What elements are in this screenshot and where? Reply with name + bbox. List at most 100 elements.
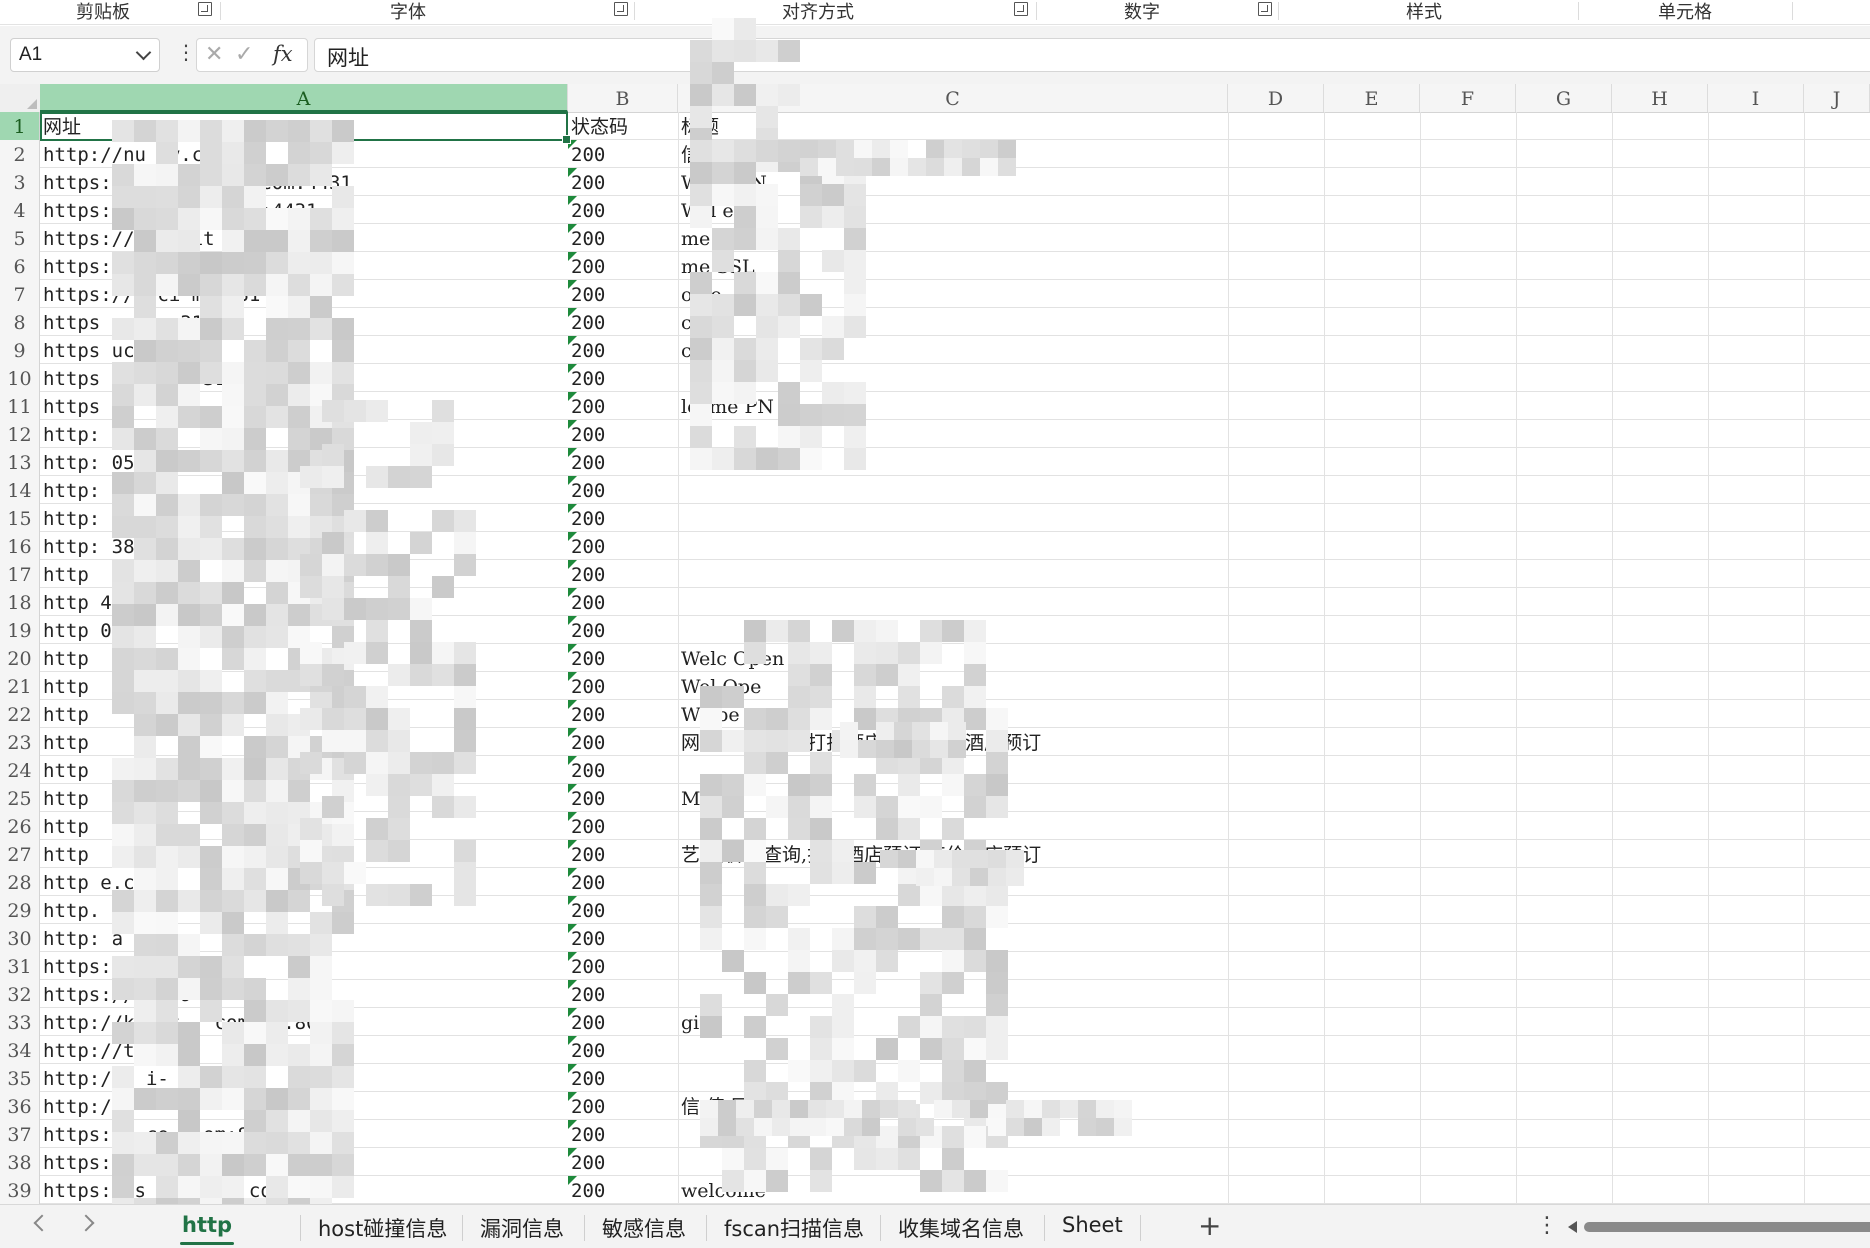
cell-status[interactable]: 200: [568, 140, 678, 167]
row-header[interactable]: 36: [0, 1092, 40, 1120]
cell-title[interactable]: [678, 896, 1228, 923]
tab-host-collision[interactable]: host碰撞信息: [318, 1213, 447, 1241]
cell-title[interactable]: [678, 364, 1228, 391]
row-header[interactable]: 33: [0, 1008, 40, 1036]
cell-status[interactable]: 200: [568, 1120, 678, 1147]
cell-url[interactable]: http: [40, 700, 568, 727]
cell-title[interactable]: [678, 420, 1228, 447]
cell-status[interactable]: 200: [568, 168, 678, 195]
cell-status[interactable]: 200: [568, 364, 678, 391]
row-header[interactable]: 10: [0, 364, 40, 392]
cell-status[interactable]: 200: [568, 1176, 678, 1203]
row-header[interactable]: 3: [0, 168, 40, 196]
cell-url[interactable]: http: 05: [40, 448, 568, 475]
chevron-right-icon[interactable]: [77, 1214, 95, 1232]
cell-status[interactable]: 200: [568, 896, 678, 923]
formula-input[interactable]: 网址: [314, 38, 1870, 72]
cell-title[interactable]: come: [678, 336, 1228, 363]
cell-status[interactable]: 200: [568, 980, 678, 1007]
cell-title[interactable]: come: [678, 308, 1228, 335]
row-header[interactable]: 16: [0, 532, 40, 560]
dialog-launcher-icon[interactable]: [198, 2, 212, 16]
cell-status[interactable]: 200: [568, 840, 678, 867]
row-header[interactable]: 28: [0, 868, 40, 896]
cell-url[interactable]: http: a e.: [40, 924, 568, 951]
cell-title[interactable]: [678, 616, 1228, 643]
cell-status[interactable]: 200: [568, 588, 678, 615]
chevron-left-icon[interactable]: [33, 1214, 51, 1232]
cell-url[interactable]: http: 05: [40, 420, 568, 447]
cell-status[interactable]: 200: [568, 868, 678, 895]
cell-status[interactable]: 200: [568, 812, 678, 839]
row-header[interactable]: 5: [0, 224, 40, 252]
cell-status[interactable]: 200: [568, 1008, 678, 1035]
cell-url[interactable]: http e.c: [40, 868, 568, 895]
row-header[interactable]: 21: [0, 672, 40, 700]
cell-title[interactable]: [678, 924, 1228, 951]
cell-grid[interactable]: 1 网址 状态码 标题 2 http://nu ty.com 200 信 服务信息平台 3 htt…: [0, 112, 1870, 1204]
cell-status[interactable]: 200: [568, 308, 678, 335]
cell-url[interactable]: http 445: [40, 588, 568, 615]
column-header-i[interactable]: I: [1708, 84, 1804, 112]
add-sheet-button[interactable]: +: [1198, 1209, 1221, 1242]
cell-status[interactable]: 200: [568, 616, 678, 643]
column-header-f[interactable]: F: [1420, 84, 1516, 112]
cell-status[interactable]: 200: [568, 1064, 678, 1091]
insert-function-icon[interactable]: fx: [273, 42, 293, 66]
cell-status[interactable]: 200: [568, 476, 678, 503]
cell-url[interactable]: https: [40, 392, 568, 419]
cell-title[interactable]: [678, 588, 1228, 615]
row-header[interactable]: 15: [0, 504, 40, 532]
scrollbar-thumb[interactable]: [1584, 1222, 1870, 1232]
dialog-launcher-icon[interactable]: [1014, 2, 1028, 16]
tab-vulnerabilities[interactable]: 漏洞信息: [480, 1213, 564, 1241]
row-header[interactable]: 8: [0, 308, 40, 336]
cell-status[interactable]: 状态码: [568, 112, 678, 139]
cell-status[interactable]: 200: [568, 392, 678, 419]
cell-title[interactable]: [678, 952, 1228, 979]
row-header[interactable]: 35: [0, 1064, 40, 1092]
cell-status[interactable]: 200: [568, 700, 678, 727]
column-header-h[interactable]: H: [1612, 84, 1708, 112]
cell-url[interactable]: http: [40, 784, 568, 811]
cell-status[interactable]: 200: [568, 252, 678, 279]
dialog-launcher-icon[interactable]: [1258, 2, 1272, 16]
cell-url[interactable]: http: 05: [40, 476, 568, 503]
cell-url[interactable]: https://c c nuc .com:4431: [40, 252, 568, 279]
row-header[interactable]: 13: [0, 448, 40, 476]
cell-title[interactable]: [678, 448, 1228, 475]
more-vertical-icon[interactable]: ⋮: [1536, 1213, 1558, 1238]
cell-title[interactable]: [678, 1120, 1228, 1147]
cell-url[interactable]: http: [40, 812, 568, 839]
row-header[interactable]: 30: [0, 924, 40, 952]
row-header[interactable]: 26: [0, 812, 40, 840]
cell-title[interactable]: Wel Ope: [678, 672, 1228, 699]
cell-title[interactable]: [678, 504, 1228, 531]
cell-url[interactable]: http: [40, 560, 568, 587]
more-vertical-icon[interactable]: ⋮: [176, 40, 196, 64]
cell-url[interactable]: http. e.: [40, 896, 568, 923]
cell-title[interactable]: [678, 560, 1228, 587]
cell-title[interactable]: [678, 476, 1228, 503]
cell-title[interactable]: Welc Open: [678, 644, 1228, 671]
cell-url[interactable]: http://a: [40, 1092, 568, 1119]
row-header[interactable]: 25: [0, 784, 40, 812]
cell-title[interactable]: [678, 868, 1228, 895]
row-header[interactable]: 29: [0, 896, 40, 924]
cell-title[interactable]: Wel e PN: [678, 196, 1228, 223]
cell-status[interactable]: 200: [568, 1092, 678, 1119]
column-header-g[interactable]: G: [1516, 84, 1612, 112]
select-all-button[interactable]: [0, 84, 41, 112]
row-header[interactable]: 23: [0, 728, 40, 756]
cell-status[interactable]: 200: [568, 448, 678, 475]
row-header[interactable]: 12: [0, 420, 40, 448]
confirm-icon[interactable]: ✓: [235, 42, 253, 67]
cell-url[interactable]: https://s nce- sm com:7011: [40, 1176, 568, 1203]
tab-sheet[interactable]: Sheet: [1062, 1213, 1123, 1241]
row-header[interactable]: 37: [0, 1120, 40, 1148]
row-header[interactable]: 9: [0, 336, 40, 364]
cell-url[interactable]: https:// -a e: [40, 952, 568, 979]
cell-url[interactable]: http: [40, 728, 568, 755]
cell-title[interactable]: me SSL: [678, 252, 1228, 279]
cell-status[interactable]: 200: [568, 560, 678, 587]
